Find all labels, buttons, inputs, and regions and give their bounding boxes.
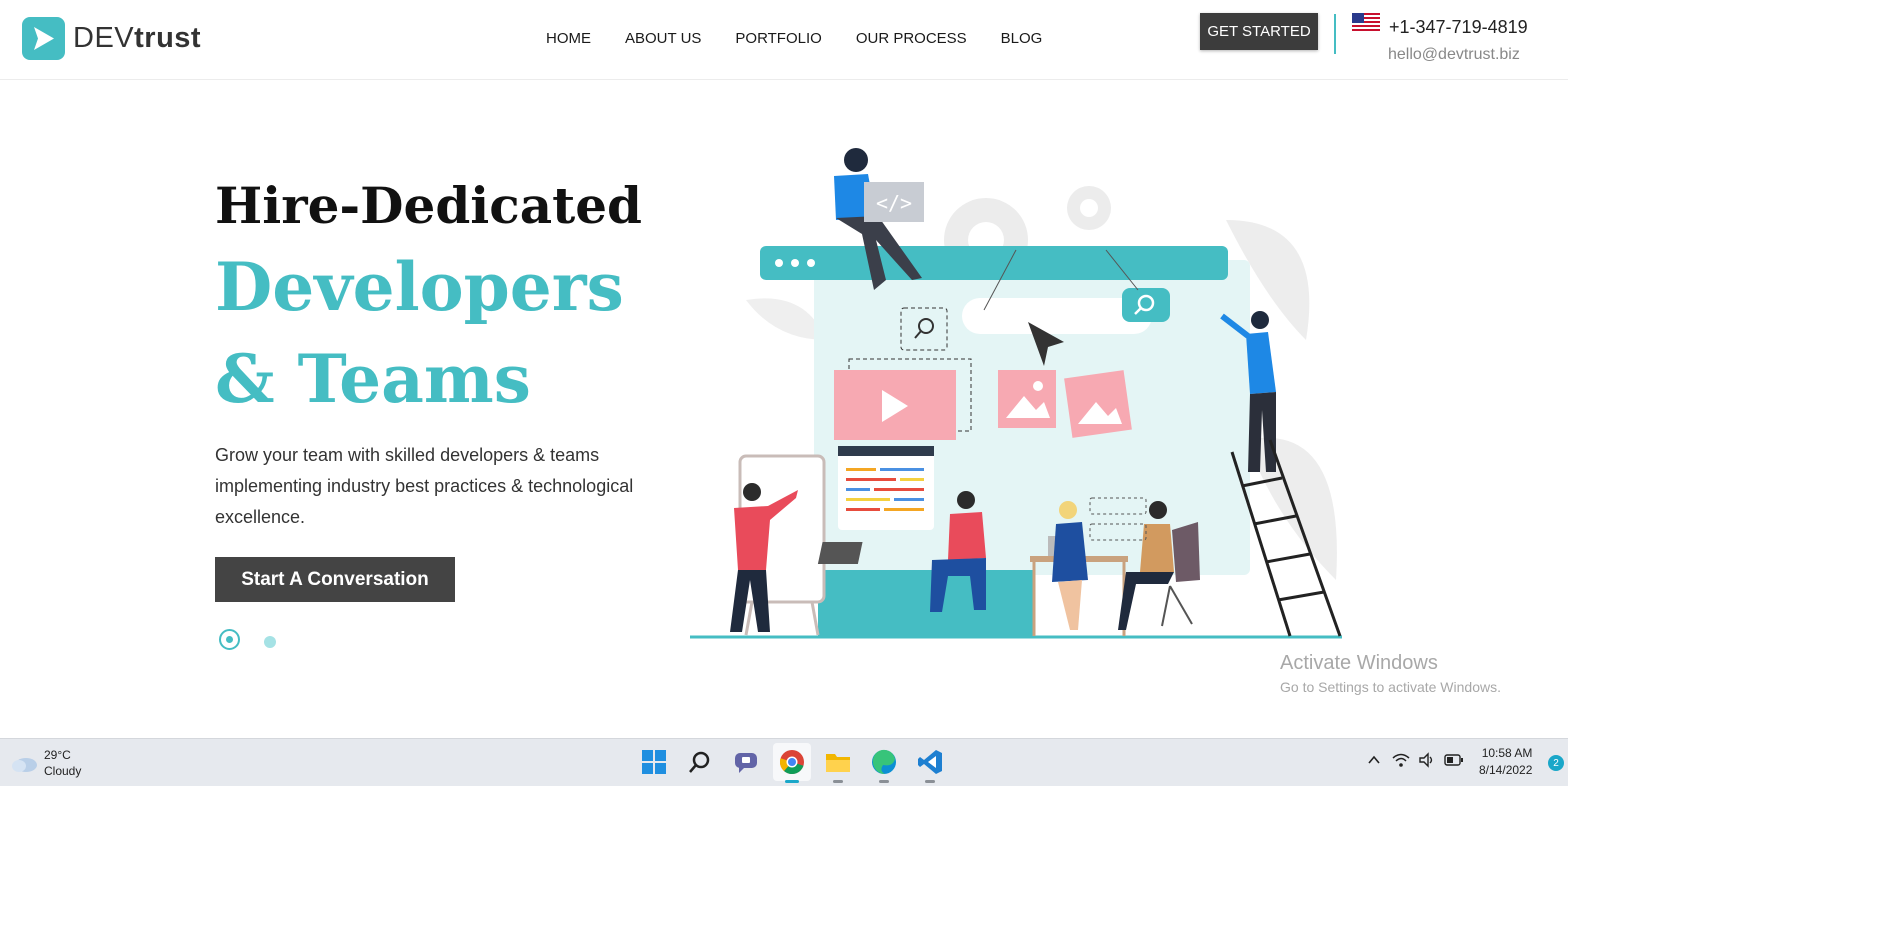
- start-conversation-button[interactable]: Start A Conversation: [215, 557, 455, 602]
- search-icon[interactable]: [681, 743, 719, 781]
- site-logo[interactable]: DEVtrust: [22, 17, 201, 60]
- edge-icon[interactable]: [865, 743, 903, 783]
- get-started-button[interactable]: GET STARTED: [1200, 13, 1318, 50]
- weather-temp: 29°C: [44, 748, 71, 762]
- cloud-icon: [12, 758, 37, 772]
- start-icon[interactable]: [635, 743, 673, 781]
- site-header: DEVtrust HOME ABOUT US PORTFOLIO OUR PRO…: [0, 0, 1568, 80]
- logo-text: DEVtrust: [73, 22, 202, 54]
- phone-number[interactable]: +1-347-719-4819: [1389, 17, 1528, 38]
- taskbar-apps: [635, 743, 957, 783]
- notification-badge[interactable]: 2: [1548, 755, 1564, 771]
- header-divider: [1334, 14, 1336, 54]
- wifi-icon[interactable]: [1392, 752, 1410, 768]
- system-clock[interactable]: 10:58 AM 8/14/2022: [1479, 745, 1532, 779]
- hero-description: Grow your team with skilled developers &…: [215, 445, 634, 527]
- slider-dot-active[interactable]: [219, 629, 240, 650]
- nav-home[interactable]: HOME: [546, 30, 591, 47]
- battery-icon[interactable]: [1444, 754, 1464, 766]
- hero-title-line1: Hire-Dedicated: [215, 176, 642, 235]
- nav-about-us[interactable]: ABOUT US: [625, 30, 701, 47]
- nav-portfolio[interactable]: PORTFOLIO: [735, 30, 821, 47]
- weather-widget[interactable]: 29°C Cloudy: [10, 747, 81, 779]
- activate-windows-subtitle: Go to Settings to activate Windows.: [1280, 679, 1501, 695]
- volume-icon[interactable]: [1418, 752, 1436, 768]
- file-explorer-icon[interactable]: [819, 743, 857, 783]
- email-address[interactable]: hello@devtrust.biz: [1388, 46, 1520, 64]
- vscode-icon[interactable]: [911, 743, 949, 783]
- us-flag-icon: [1352, 13, 1380, 36]
- hero-title-line3: & Teams: [215, 340, 531, 418]
- clock-time: 10:58 AM: [1481, 746, 1533, 760]
- hero-title-line2: Developers: [215, 248, 624, 326]
- weather-condition: Cloudy: [44, 764, 82, 778]
- hero-illustration: </>: [686, 140, 1356, 650]
- chrome-icon[interactable]: [773, 743, 811, 783]
- nav-blog[interactable]: BLOG: [1001, 30, 1043, 47]
- slider-dot[interactable]: [264, 636, 276, 648]
- clock-date: 8/14/2022: [1479, 763, 1533, 777]
- logo-mark-icon: [22, 17, 65, 60]
- chevron-up-icon[interactable]: [1366, 752, 1382, 768]
- activate-windows-title: Activate Windows: [1280, 652, 1438, 674]
- code-tag-icon: </>: [876, 191, 912, 215]
- main-nav: HOME ABOUT US PORTFOLIO OUR PROCESS BLOG: [546, 30, 1076, 47]
- nav-our-process[interactable]: OUR PROCESS: [856, 30, 967, 47]
- teams-chat-icon[interactable]: [727, 743, 765, 781]
- windows-taskbar: 29°C Cloudy 10:58 AM 8/14/2022 2: [0, 738, 1568, 786]
- system-tray: [1366, 752, 1464, 768]
